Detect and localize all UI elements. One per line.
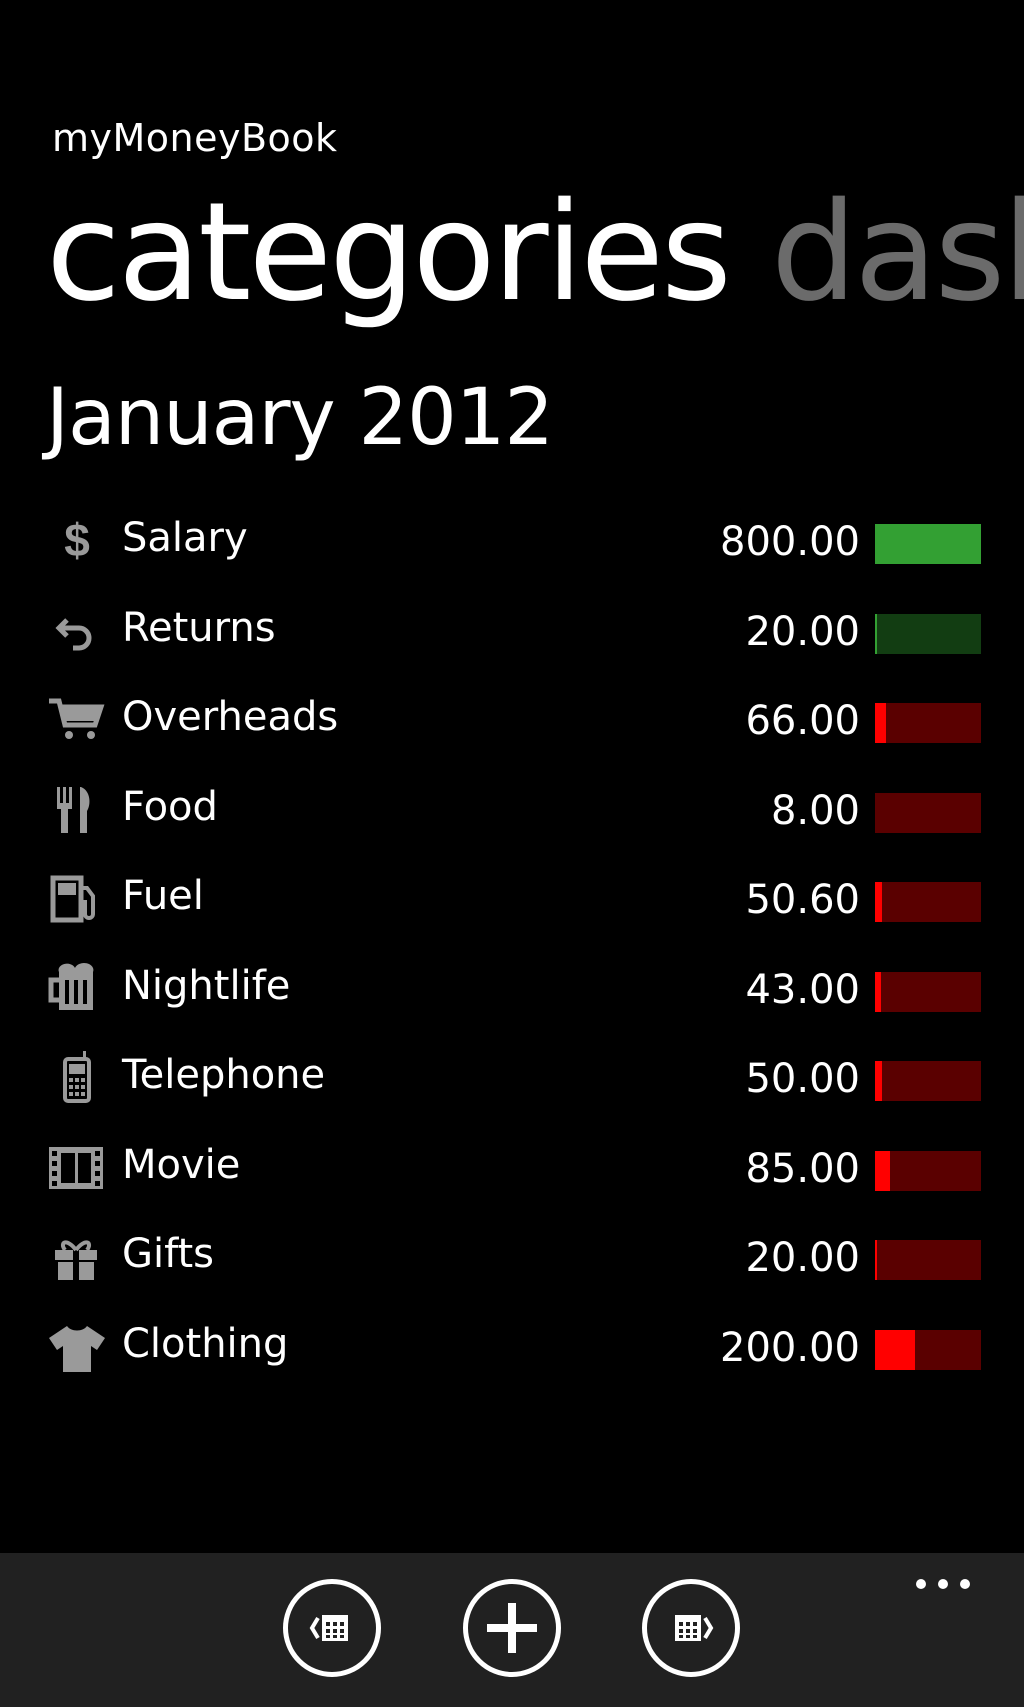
dollar-icon: $ [47, 514, 107, 566]
more-button[interactable] [916, 1569, 976, 1599]
category-name: Telephone [122, 1052, 326, 1098]
more-icon [938, 1579, 948, 1589]
category-bar [875, 971, 981, 1012]
category-name: Food [122, 783, 218, 830]
category-bar-fill [875, 613, 878, 654]
tshirt-icon [47, 1320, 107, 1372]
category-name: Returns [122, 604, 276, 651]
category-bar-fill [875, 524, 981, 564]
category-bar-fill [875, 1061, 883, 1101]
category-bar [875, 1240, 981, 1280]
category-bar [875, 882, 981, 922]
category-amount: 43.00 [745, 966, 860, 1013]
category-bar [875, 524, 981, 564]
more-icon [916, 1579, 926, 1589]
category-name: Gifts [122, 1231, 215, 1277]
category-bar-fill [875, 703, 886, 743]
next-month-button[interactable] [642, 1579, 740, 1677]
period-title: January 2012 [46, 373, 554, 463]
category-amount: 20.00 [745, 608, 860, 655]
return-arrow-icon [47, 604, 107, 656]
category-amount: 85.00 [745, 1145, 860, 1192]
pivot-header: categories dashboard [46, 178, 1024, 328]
category-amount: 20.00 [745, 1235, 860, 1281]
category-name: Movie [122, 1141, 241, 1188]
category-amount: 800.00 [720, 519, 860, 565]
category-row-clothing[interactable]: Clothing 200.00 [0, 1306, 1024, 1386]
category-name: Overheads [122, 694, 339, 740]
category-bar-fill [875, 971, 882, 1012]
category-bar-fill [875, 1329, 916, 1370]
shopping-cart-icon [47, 693, 107, 745]
pivot-tab-dashboard[interactable]: dashboard [771, 178, 1024, 328]
category-row-fuel[interactable]: Fuel 50.60 [0, 858, 1024, 938]
category-bar-fill [875, 1150, 890, 1191]
next-month-icon [675, 1615, 714, 1641]
previous-month-button[interactable] [283, 1579, 381, 1677]
category-bar [875, 792, 981, 833]
category-amount: 200.00 [720, 1324, 860, 1371]
category-bar [875, 1150, 981, 1191]
app-title: myMoneyBook [52, 116, 338, 160]
category-name: Nightlife [122, 962, 291, 1009]
category-row-salary[interactable]: $ Salary 800.00 [0, 500, 1024, 580]
mobile-phone-icon [47, 1051, 107, 1103]
application-bar [0, 1553, 1024, 1707]
category-bar [875, 1061, 981, 1101]
beer-mug-icon [47, 962, 107, 1014]
more-icon [960, 1579, 970, 1589]
category-bar [875, 703, 981, 743]
category-name: Clothing [122, 1320, 289, 1367]
category-amount: 66.00 [745, 698, 860, 744]
gift-icon [47, 1230, 107, 1282]
category-row-nightlife[interactable]: Nightlife 43.00 [0, 948, 1024, 1028]
category-row-gifts[interactable]: Gifts 20.00 [0, 1216, 1024, 1296]
category-bar [875, 1329, 981, 1370]
category-name: Fuel [122, 873, 204, 919]
category-row-food[interactable]: Food 8.00 [0, 769, 1024, 849]
svg-text:$: $ [64, 514, 90, 566]
add-icon [487, 1603, 537, 1653]
category-bar-fill [875, 882, 883, 922]
category-row-overheads[interactable]: Overheads 66.00 [0, 679, 1024, 759]
category-name: Salary [122, 515, 248, 561]
previous-month-icon [309, 1615, 348, 1641]
film-strip-icon [47, 1141, 107, 1193]
add-button[interactable] [463, 1579, 561, 1677]
category-amount: 50.00 [745, 1056, 860, 1102]
category-row-movie[interactable]: Movie 85.00 [0, 1127, 1024, 1207]
fuel-pump-icon [47, 872, 107, 924]
category-bar-fill [875, 1240, 878, 1280]
fork-knife-icon [47, 783, 107, 835]
category-row-telephone[interactable]: Telephone 50.00 [0, 1037, 1024, 1117]
pivot-tab-categories[interactable]: categories [46, 178, 732, 328]
category-amount: 8.00 [770, 787, 860, 834]
category-bar [875, 613, 981, 654]
category-row-returns[interactable]: Returns 20.00 [0, 590, 1024, 670]
category-amount: 50.60 [745, 877, 860, 923]
